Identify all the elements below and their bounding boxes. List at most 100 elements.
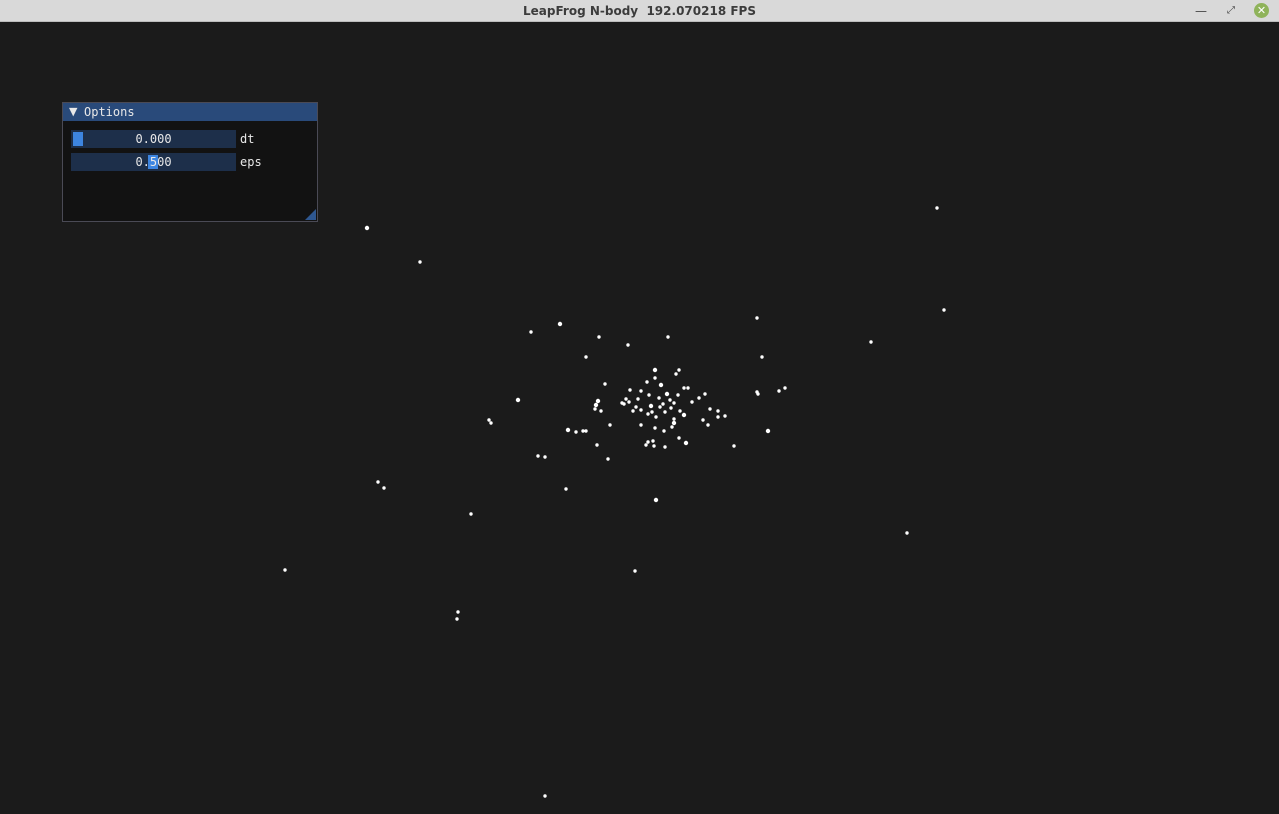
particle bbox=[646, 412, 650, 416]
particle bbox=[564, 487, 568, 491]
particle bbox=[455, 617, 459, 621]
eps-slider[interactable]: 0.500 bbox=[71, 153, 236, 171]
particle bbox=[636, 397, 640, 401]
particle bbox=[536, 454, 540, 458]
options-window[interactable]: ▼ Options 0.000 dt 0.500 eps bbox=[62, 102, 318, 222]
particle bbox=[626, 343, 630, 347]
particle bbox=[606, 457, 610, 461]
particle bbox=[469, 512, 473, 516]
particle bbox=[364, 225, 370, 231]
particle bbox=[639, 423, 643, 427]
particle bbox=[593, 402, 599, 408]
resize-grip[interactable] bbox=[305, 209, 316, 220]
particle bbox=[624, 397, 628, 401]
particle bbox=[593, 407, 597, 411]
particle bbox=[677, 436, 681, 440]
particle bbox=[574, 430, 578, 434]
particle bbox=[703, 392, 707, 396]
particle bbox=[674, 372, 678, 376]
particle bbox=[676, 393, 680, 397]
minimize-icon[interactable]: — bbox=[1193, 3, 1209, 19]
particle bbox=[935, 206, 939, 210]
particle bbox=[652, 367, 658, 373]
particle bbox=[627, 400, 631, 404]
particle bbox=[760, 355, 764, 359]
particle bbox=[653, 497, 659, 503]
particle bbox=[777, 389, 781, 393]
particle bbox=[716, 415, 720, 419]
particle bbox=[663, 410, 667, 414]
particle bbox=[678, 409, 682, 413]
particle bbox=[669, 406, 673, 410]
particle bbox=[647, 393, 651, 397]
dt-label: dt bbox=[240, 132, 255, 146]
particle bbox=[599, 409, 603, 413]
particle bbox=[645, 380, 649, 384]
particle bbox=[697, 396, 701, 400]
particle bbox=[650, 410, 654, 414]
eps-label: eps bbox=[240, 155, 262, 169]
particle bbox=[418, 260, 422, 264]
particle bbox=[658, 382, 664, 388]
particle bbox=[690, 400, 694, 404]
particle bbox=[783, 386, 787, 390]
particle bbox=[657, 396, 661, 400]
particle bbox=[671, 420, 677, 426]
particle bbox=[608, 423, 612, 427]
close-icon[interactable]: ✕ bbox=[1254, 3, 1269, 18]
options-title: Options bbox=[84, 105, 135, 119]
particle bbox=[755, 316, 759, 320]
particle bbox=[668, 398, 672, 402]
particle bbox=[652, 444, 656, 448]
window-title: LeapFrog N-body 192.070218 FPS bbox=[523, 4, 756, 18]
particle bbox=[633, 569, 637, 573]
particle bbox=[670, 425, 674, 429]
particle bbox=[682, 386, 686, 390]
particle bbox=[283, 568, 287, 572]
particle bbox=[942, 308, 946, 312]
particle bbox=[515, 397, 521, 403]
particle bbox=[639, 408, 643, 412]
particle bbox=[595, 398, 601, 404]
particle bbox=[663, 445, 667, 449]
particle bbox=[672, 417, 676, 421]
particle bbox=[595, 443, 599, 447]
particle bbox=[654, 415, 658, 419]
particle bbox=[597, 335, 601, 339]
particle bbox=[644, 443, 648, 447]
particle bbox=[489, 421, 493, 425]
particle bbox=[581, 429, 585, 433]
particle bbox=[732, 444, 736, 448]
particle bbox=[664, 391, 670, 397]
dt-slider[interactable]: 0.000 bbox=[71, 130, 236, 148]
dt-value: 0.000 bbox=[135, 132, 172, 146]
particle bbox=[651, 439, 655, 443]
particle bbox=[686, 386, 690, 390]
particle bbox=[653, 376, 657, 380]
particle bbox=[683, 440, 689, 446]
options-header[interactable]: ▼ Options bbox=[63, 103, 317, 121]
maximize-icon[interactable]: ⤢ bbox=[1223, 3, 1239, 19]
particle bbox=[708, 407, 712, 411]
particle bbox=[639, 389, 643, 393]
particle bbox=[628, 388, 632, 392]
particle bbox=[765, 428, 771, 434]
particle bbox=[681, 412, 687, 418]
particle bbox=[487, 418, 491, 422]
particle bbox=[869, 340, 873, 344]
window-titlebar[interactable]: LeapFrog N-body 192.070218 FPS — ⤢ ✕ bbox=[0, 0, 1279, 22]
particle bbox=[716, 409, 720, 413]
particle bbox=[382, 486, 386, 490]
particle bbox=[543, 455, 547, 459]
particle bbox=[706, 423, 710, 427]
collapse-arrow-icon[interactable]: ▼ bbox=[69, 104, 77, 120]
particle bbox=[661, 402, 665, 406]
particle bbox=[666, 335, 670, 339]
particle bbox=[620, 401, 624, 405]
particle bbox=[723, 414, 727, 418]
particle bbox=[648, 403, 654, 409]
particle bbox=[653, 426, 657, 430]
particle bbox=[603, 382, 607, 386]
particle bbox=[565, 427, 571, 433]
particle bbox=[905, 531, 909, 535]
